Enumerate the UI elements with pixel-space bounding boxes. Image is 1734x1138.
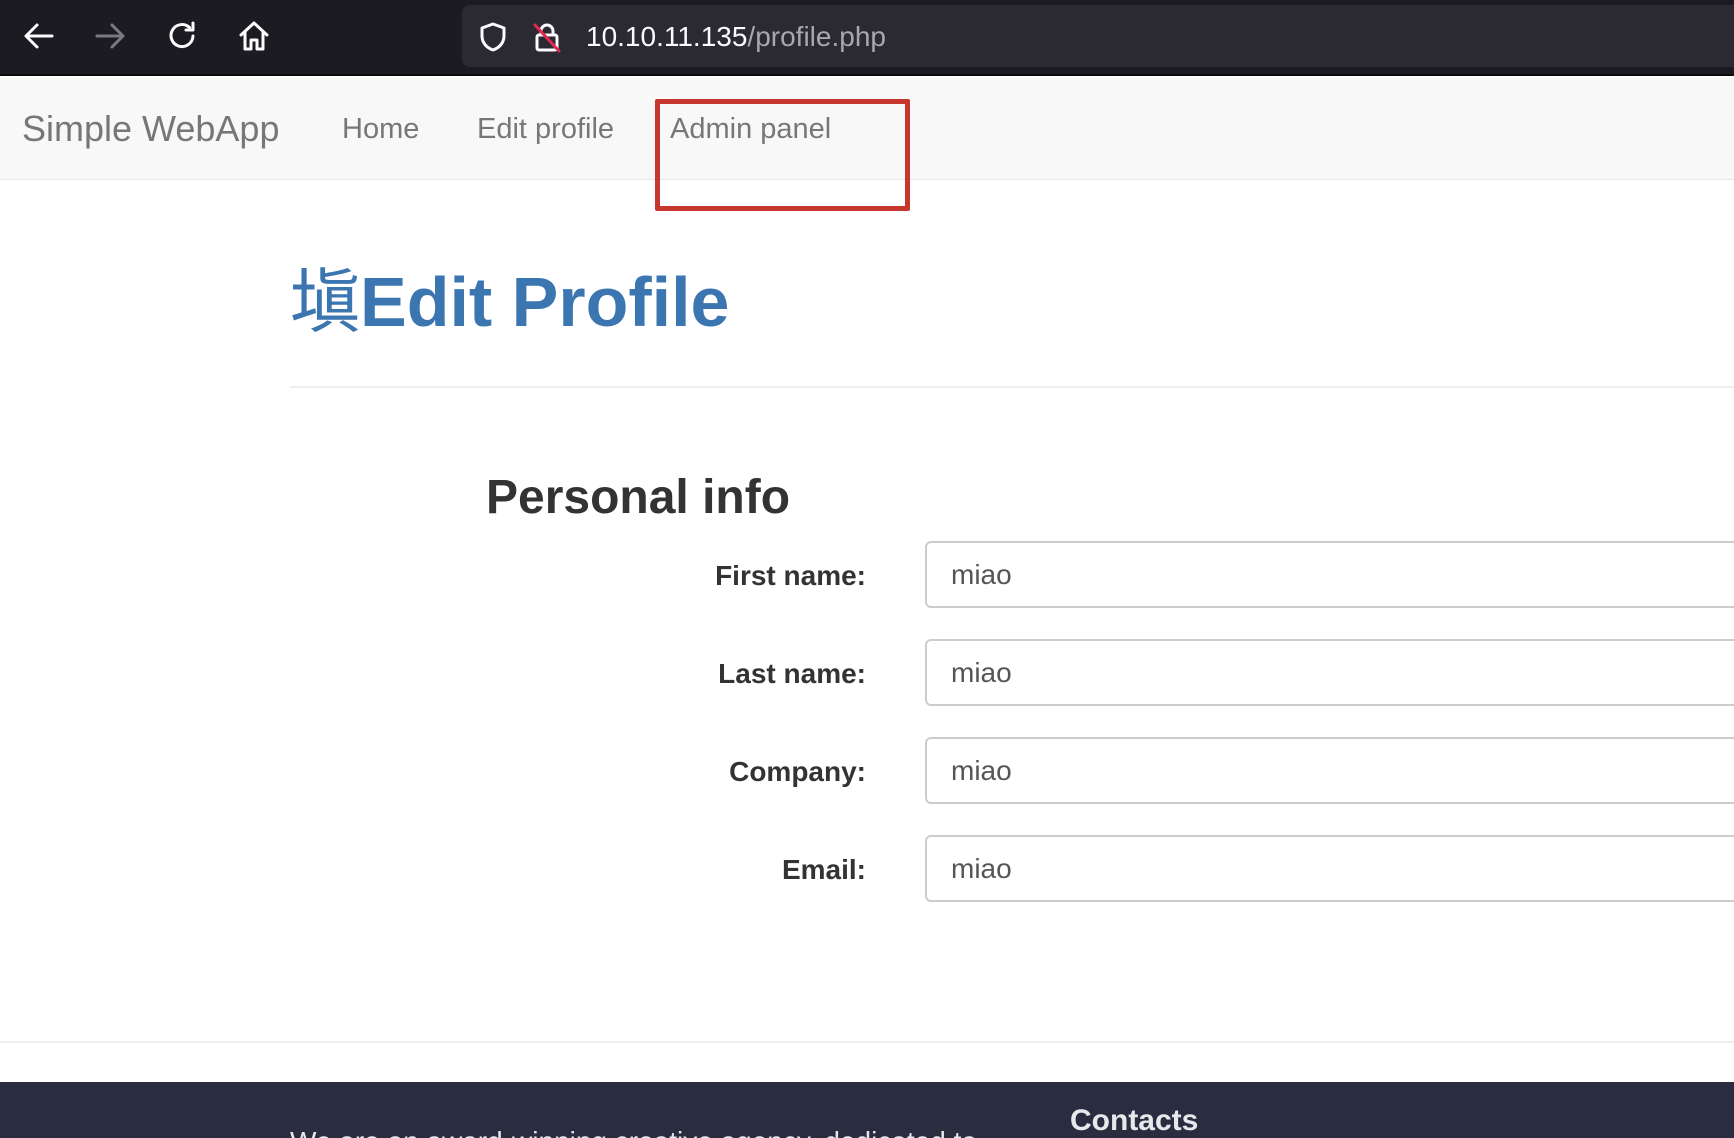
url-text[interactable]: 10.10.11.135/profile.php — [586, 21, 886, 53]
reload-button[interactable] — [160, 14, 204, 58]
insecure-lock-icon — [533, 23, 561, 53]
shield-icon — [480, 22, 506, 52]
footer-contacts-heading: Contacts — [1070, 1104, 1199, 1137]
forward-button[interactable] — [88, 14, 132, 58]
browser-toolbar: 10.10.11.135/profile.php — [0, 0, 1734, 76]
reload-icon — [169, 21, 195, 49]
first-name-input[interactable] — [925, 541, 1734, 608]
email-label: Email: — [781, 854, 866, 885]
company-label: Company: — [729, 756, 866, 787]
page-title: 塡 Edit Profile — [290, 262, 729, 342]
first-name-label: First name: — [715, 560, 866, 591]
header-glyph: 塡 — [290, 261, 360, 343]
tracking-protection-button[interactable] — [476, 20, 510, 54]
annotation-highlight-box — [655, 99, 910, 211]
footer-about-text: We are an award-winning creative agency,… — [290, 1126, 977, 1138]
page-footer: We are an award-winning creative agency,… — [0, 1082, 1734, 1138]
site-security-button[interactable] — [530, 20, 564, 54]
back-button[interactable] — [17, 14, 61, 58]
home-icon — [239, 21, 269, 51]
section-title: Personal info — [486, 471, 791, 524]
nav-link-home[interactable]: Home — [342, 112, 419, 146]
navbar-brand[interactable]: Simple WebApp — [22, 108, 279, 150]
forward-arrow-icon — [95, 23, 125, 49]
company-input[interactable] — [925, 737, 1734, 804]
last-name-input[interactable] — [925, 639, 1734, 706]
last-name-label: Last name: — [718, 658, 866, 689]
page-title-text: Edit Profile — [360, 263, 730, 341]
home-button[interactable] — [232, 14, 276, 58]
url-path: /profile.php — [747, 21, 886, 52]
back-arrow-icon — [24, 23, 54, 49]
header-divider — [290, 386, 1734, 388]
email-input[interactable] — [925, 835, 1734, 902]
content-divider — [0, 1041, 1734, 1043]
url-host: 10.10.11.135 — [586, 21, 748, 52]
url-bar[interactable]: 10.10.11.135/profile.php — [462, 5, 1734, 67]
nav-link-edit-profile[interactable]: Edit profile — [477, 112, 614, 146]
